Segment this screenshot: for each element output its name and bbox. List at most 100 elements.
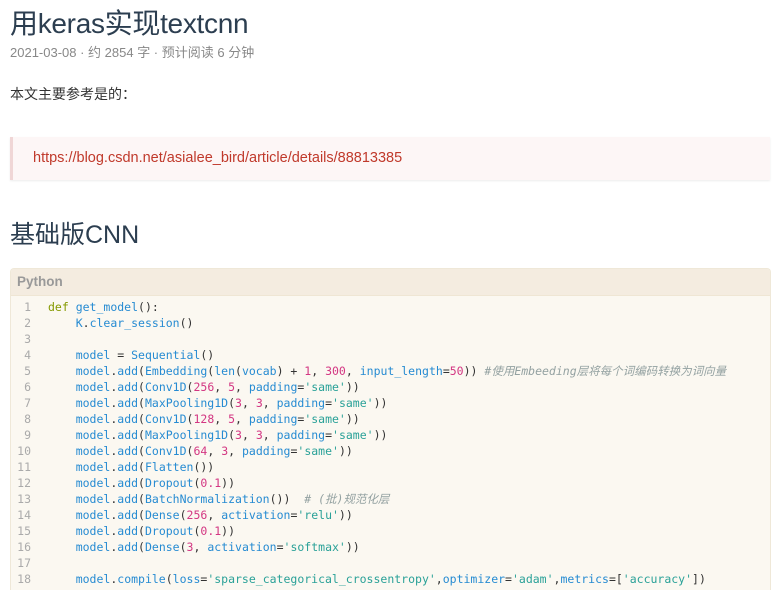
code-body[interactable]: 1 def get_model(): 2 K.clear_session() 3 4 … bbox=[11, 299, 770, 587]
code-token: )) bbox=[338, 508, 353, 522]
code-line-text: K.clear_session() bbox=[31, 315, 770, 331]
code-token: )) bbox=[221, 476, 236, 490]
code-line: 4 model = Sequential() bbox=[11, 347, 770, 363]
code-token: 'accuracy' bbox=[622, 572, 693, 586]
code-token: , bbox=[214, 380, 229, 394]
code-line-text: model.add(Dense(3, activation='softmax')… bbox=[31, 539, 770, 555]
code-token: 5 bbox=[228, 412, 236, 426]
code-line: 12 model.add(Dropout(0.1)) bbox=[11, 475, 770, 491]
code-token: )) bbox=[345, 540, 360, 554]
code-line: 7 model.add(MaxPooling1D(3, 3, padding='… bbox=[11, 395, 770, 411]
code-line-text: model = Sequential() bbox=[31, 347, 770, 363]
code-token: len bbox=[214, 364, 236, 378]
code-token: ]) bbox=[692, 572, 706, 586]
line-number: 4 bbox=[24, 348, 31, 362]
code-token: model bbox=[75, 460, 111, 474]
code-token: 3 bbox=[235, 396, 242, 410]
code-token: optimizer bbox=[442, 572, 506, 586]
code-token: 'softmax' bbox=[283, 540, 346, 554]
code-token: model bbox=[75, 508, 111, 522]
code-token: metrics bbox=[560, 572, 609, 586]
code-token: Dropout bbox=[144, 476, 194, 490]
code-token: ( bbox=[138, 540, 145, 554]
code-token: add bbox=[117, 524, 139, 538]
code-token: 0.1 bbox=[200, 476, 222, 490]
line-number: 9 bbox=[24, 428, 31, 442]
code-token: model bbox=[75, 524, 111, 538]
code-token: , bbox=[207, 508, 222, 522]
code-token: add bbox=[117, 412, 139, 426]
code-token: model bbox=[75, 444, 111, 458]
code-token: , bbox=[214, 412, 229, 426]
code-language-label: Python bbox=[17, 274, 63, 289]
code-token: 256 bbox=[193, 380, 215, 394]
code-token: )) bbox=[345, 380, 360, 394]
code-token: , bbox=[241, 428, 256, 442]
code-token: , bbox=[235, 380, 249, 394]
code-token: , bbox=[435, 572, 443, 586]
line-number: 3 bbox=[24, 332, 31, 346]
code-token: 50 bbox=[449, 364, 464, 378]
code-token: =[ bbox=[608, 572, 623, 586]
code-line: 1 def get_model(): bbox=[11, 299, 770, 315]
code-token: 'same' bbox=[304, 380, 346, 394]
code-token: clear_session bbox=[89, 316, 180, 330]
code-token: 0.1 bbox=[200, 524, 222, 538]
code-token: add bbox=[117, 460, 139, 474]
code-token: , bbox=[207, 444, 222, 458]
code-token: compile bbox=[117, 572, 166, 586]
code-token: vocab bbox=[241, 364, 277, 378]
code-token: loss bbox=[172, 572, 201, 586]
code-token: () bbox=[179, 316, 194, 330]
code-line: 16 model.add(Dense(3, activation='softma… bbox=[11, 539, 770, 555]
code-token: get_model bbox=[75, 300, 139, 314]
code-token: 3 bbox=[235, 428, 242, 442]
code-token: padding bbox=[248, 380, 298, 394]
code-token: model bbox=[75, 476, 111, 490]
code-token: 128 bbox=[193, 412, 215, 426]
code-token: , bbox=[228, 444, 242, 458]
code-token: )) bbox=[373, 396, 388, 410]
code-token: 256 bbox=[186, 508, 208, 522]
line-number: 13 bbox=[17, 492, 31, 506]
code-token: 'same' bbox=[297, 444, 339, 458]
code-token: Dense bbox=[144, 540, 180, 554]
line-number: 12 bbox=[17, 476, 31, 490]
code-token: 64 bbox=[193, 444, 208, 458]
code-token: padding bbox=[276, 396, 326, 410]
code-token: Dense bbox=[144, 508, 180, 522]
code-token: #使用Embeeding层将每个词编码转换为词向量 bbox=[484, 364, 727, 378]
code-token: model bbox=[75, 348, 111, 362]
code-line: 10 model.add(Conv1D(64, 3, padding='same… bbox=[11, 443, 770, 459]
code-token: Embedding bbox=[144, 364, 208, 378]
reference-link[interactable]: https://blog.csdn.net/asialee_bird/artic… bbox=[33, 150, 402, 166]
section-heading: 基础版CNN bbox=[10, 221, 140, 249]
code-line: 2 K.clear_session() bbox=[11, 315, 770, 331]
code-token: ( bbox=[165, 572, 173, 586]
code-token: padding bbox=[276, 428, 326, 442]
code-token: , bbox=[262, 428, 277, 442]
code-token: model bbox=[75, 428, 111, 442]
code-token: = bbox=[276, 540, 284, 554]
code-token: 5 bbox=[228, 380, 236, 394]
code-token: , bbox=[345, 364, 360, 378]
code-token: ( bbox=[138, 524, 145, 538]
code-token: # (批)规范化层 bbox=[304, 492, 390, 506]
code-token: 'sparse_categorical_crossentropy' bbox=[207, 572, 436, 586]
code-line-text: model.compile(loss='sparse_categorical_c… bbox=[31, 571, 770, 587]
code-line: 11 model.add(Flatten()) bbox=[11, 459, 770, 475]
code-token: = bbox=[325, 396, 333, 410]
code-token: ( bbox=[138, 444, 145, 458]
code-block: Python 1 def get_model(): 2 K.clear_sessio… bbox=[10, 268, 771, 590]
